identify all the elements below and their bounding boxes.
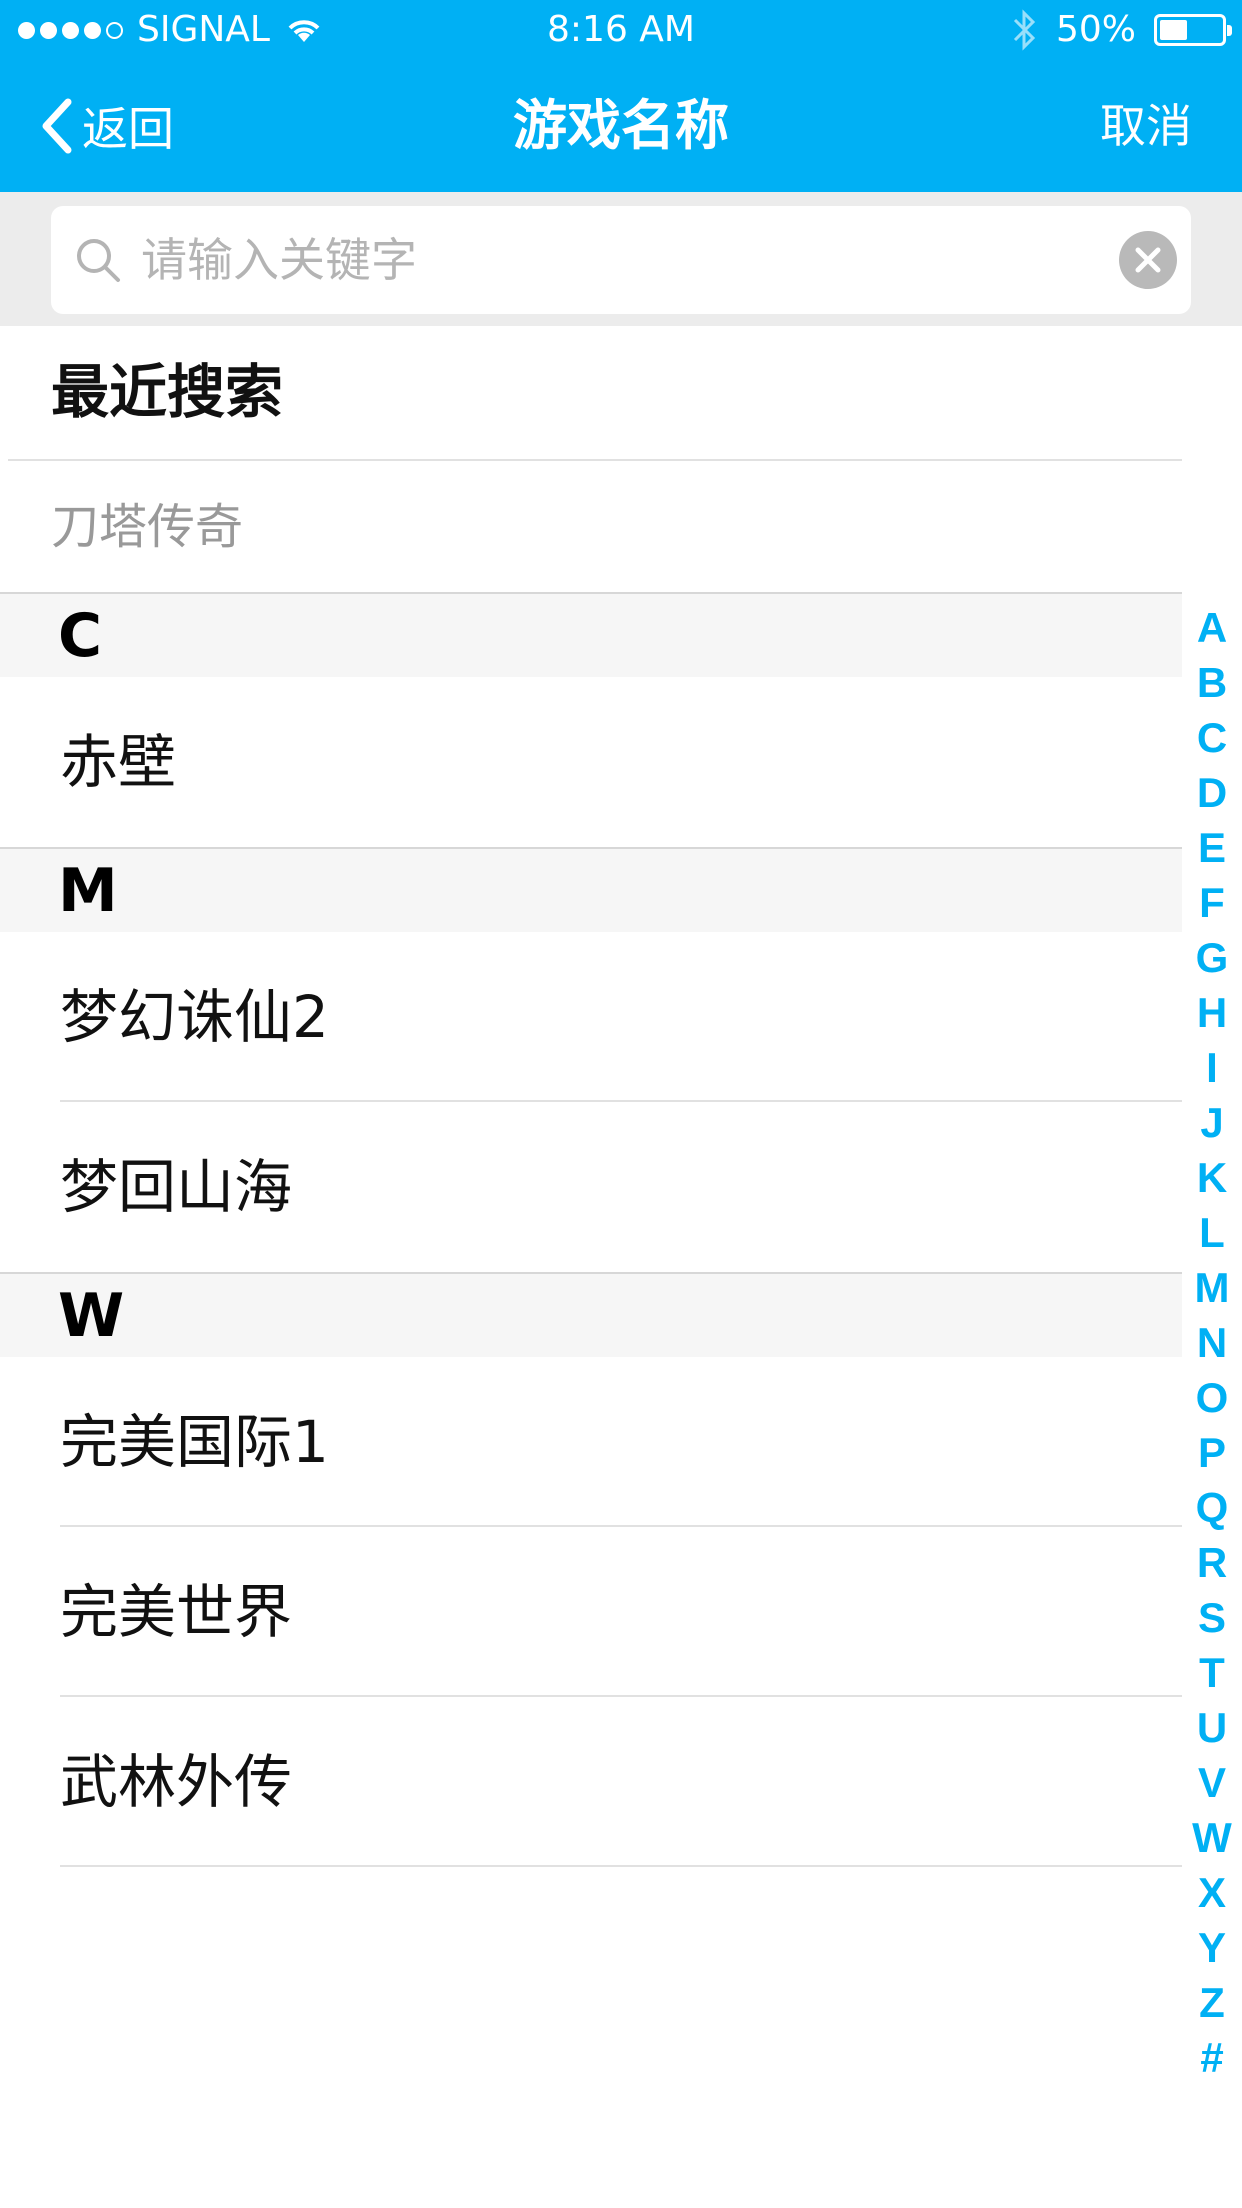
clear-search-button[interactable] xyxy=(1119,231,1177,289)
index-letter[interactable]: P xyxy=(1198,1425,1226,1480)
game-list: 最近搜索 刀塔传奇 C 赤壁 M 梦幻诛仙2 梦回山海 W 完美国际1 完美世界 武林外传 xyxy=(0,326,1182,1867)
alphabet-index[interactable]: A B C D E F G H I J K L M N O P Q R S T U V W X Y Z # xyxy=(1182,600,1242,2085)
navigation-bar: 返回 游戏名称 取消 xyxy=(0,60,1242,192)
game-list-item[interactable]: 梦回山海 xyxy=(60,1102,1182,1272)
bluetooth-icon xyxy=(1013,9,1036,51)
search-input[interactable] xyxy=(141,206,1119,314)
index-letter[interactable]: H xyxy=(1197,985,1227,1040)
status-bar: SIGNAL 8:16 AM 50% xyxy=(0,0,1242,60)
section-header-m: M xyxy=(0,847,1182,932)
index-letter[interactable]: X xyxy=(1198,1865,1226,1920)
index-letter[interactable]: G xyxy=(1196,930,1229,985)
game-list-item[interactable]: 完美世界 xyxy=(60,1527,1182,1697)
cancel-button[interactable]: 取消 xyxy=(1100,60,1192,192)
recent-search-item[interactable]: 刀塔传奇 xyxy=(8,459,1182,592)
index-letter[interactable]: E xyxy=(1198,820,1226,875)
index-letter[interactable]: U xyxy=(1197,1700,1227,1755)
recent-search-list: 刀塔传奇 xyxy=(0,459,1182,592)
battery-percent: 50% xyxy=(1055,9,1136,50)
index-letter[interactable]: D xyxy=(1197,765,1227,820)
status-right: 50% xyxy=(1012,0,1232,60)
index-letter[interactable]: V xyxy=(1198,1755,1226,1810)
index-letter[interactable]: F xyxy=(1199,875,1225,930)
game-list-item[interactable]: 梦幻诛仙2 xyxy=(60,932,1182,1102)
top-bar: SIGNAL 8:16 AM 50% 返回 游戏名称 取消 xyxy=(0,0,1242,192)
index-letter[interactable]: S xyxy=(1198,1590,1226,1645)
section-header-c: C xyxy=(0,592,1182,677)
index-letter[interactable]: # xyxy=(1200,2030,1223,2085)
search-bar-container xyxy=(0,192,1242,326)
index-letter[interactable]: A xyxy=(1197,600,1227,655)
index-letter[interactable]: B xyxy=(1197,655,1227,710)
index-letter[interactable]: C xyxy=(1197,710,1227,765)
index-letter[interactable]: Y xyxy=(1198,1920,1226,1975)
index-letter[interactable]: M xyxy=(1195,1260,1230,1315)
index-letter[interactable]: Q xyxy=(1196,1480,1229,1535)
page-title: 游戏名称 xyxy=(513,94,729,157)
index-letter[interactable]: W xyxy=(1192,1810,1232,1865)
game-list-item[interactable]: 完美国际1 xyxy=(60,1357,1182,1527)
battery-icon xyxy=(1154,14,1232,46)
index-letter[interactable]: K xyxy=(1197,1150,1227,1205)
battery-fill xyxy=(1160,20,1187,40)
search-box[interactable] xyxy=(51,206,1191,314)
search-icon xyxy=(77,239,120,282)
index-letter[interactable]: J xyxy=(1200,1095,1223,1150)
alphabetical-sections: C 赤壁 M 梦幻诛仙2 梦回山海 W 完美国际1 完美世界 武林外传 xyxy=(0,592,1182,1867)
game-list-item[interactable]: 赤壁 xyxy=(60,677,1182,847)
index-letter[interactable]: I xyxy=(1206,1040,1218,1095)
index-letter[interactable]: O xyxy=(1196,1370,1229,1425)
section-header-w: W xyxy=(0,1272,1182,1357)
game-list-item[interactable]: 武林外传 xyxy=(60,1697,1182,1867)
index-letter[interactable]: Z xyxy=(1199,1975,1225,2030)
recent-search-title: 最近搜索 xyxy=(51,358,284,426)
index-letter[interactable]: R xyxy=(1197,1535,1227,1590)
index-letter[interactable]: N xyxy=(1197,1315,1227,1370)
close-icon xyxy=(1135,247,1161,273)
index-letter[interactable]: T xyxy=(1199,1645,1225,1700)
index-letter[interactable]: L xyxy=(1199,1205,1225,1260)
